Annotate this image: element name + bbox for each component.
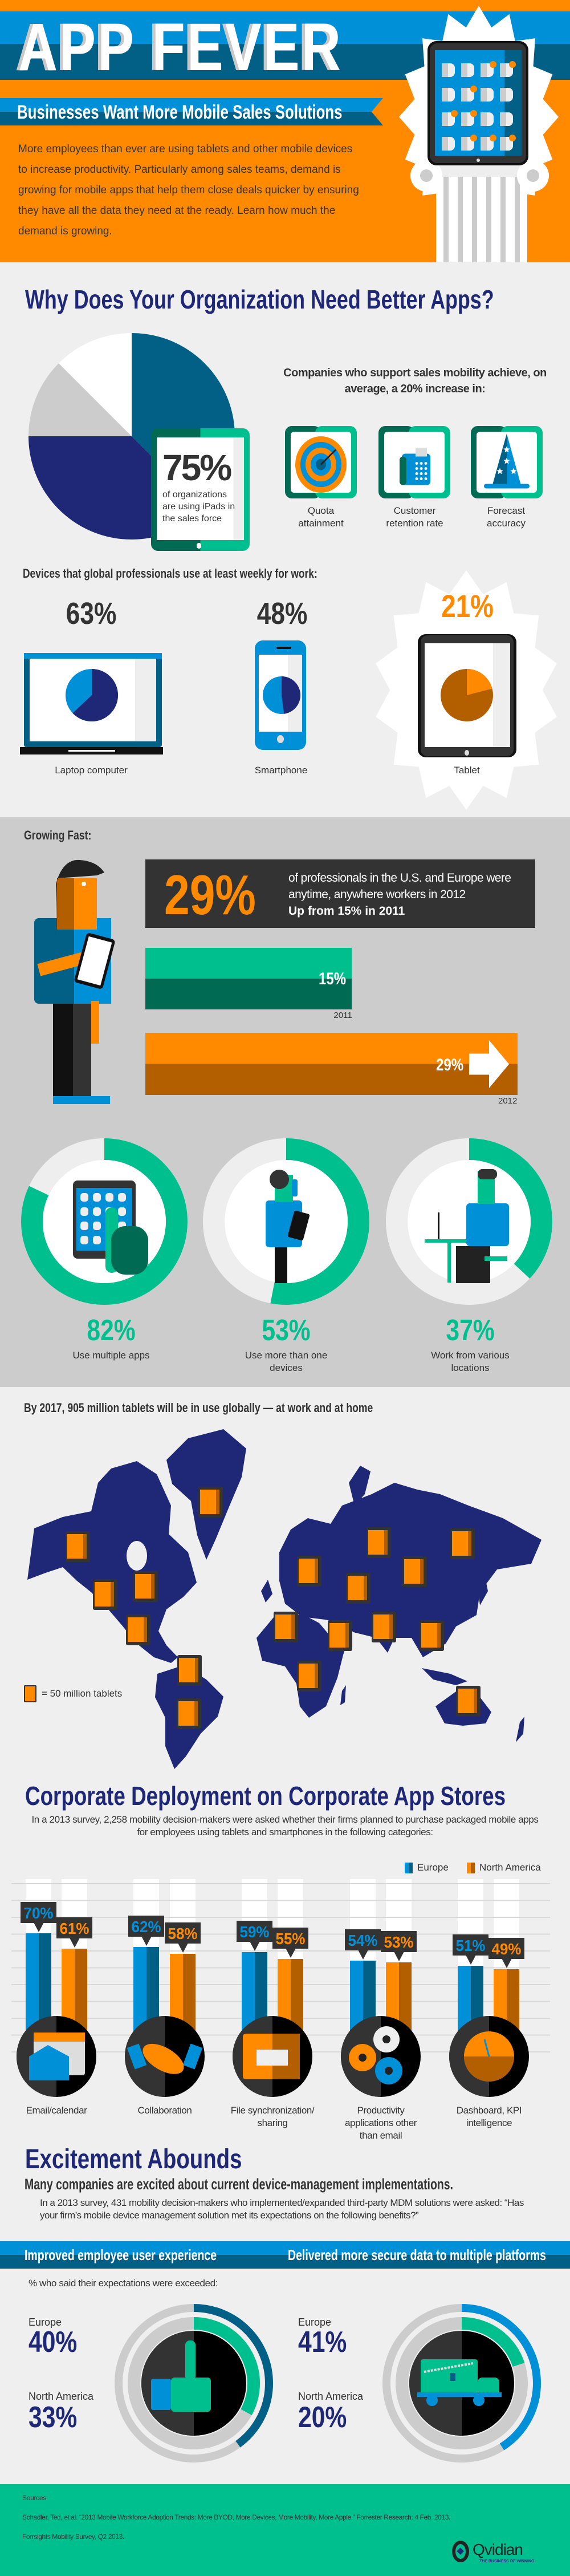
qvidian-wordmark: Qvidian — [473, 2541, 523, 2558]
infographic: APP FEVER Businesses Want More Mobile Sa… — [0, 0, 570, 2576]
mdm-ring-charts — [115, 2304, 541, 2463]
thumb — [185, 2340, 196, 2380]
sec-europe-value: 41% — [298, 2326, 347, 2359]
thumbs-up-icon — [171, 2378, 211, 2412]
truck-wheel — [473, 2395, 484, 2406]
exp-na-value: 33% — [28, 2401, 78, 2434]
qvidian-tagline: THE BUSINESS OF WINNING — [479, 2559, 535, 2563]
qvidian-logo[interactable]: Qvidian THE BUSINESS OF WINNING — [452, 2541, 538, 2566]
sec-na-value: 20% — [298, 2401, 347, 2434]
thumbs-up-cuff — [151, 2379, 171, 2410]
footer: Sources: Schadler, Ted, et al. “2013 Mob… — [0, 2484, 570, 2576]
padlock-icon — [450, 2373, 455, 2381]
source-item: Forrsights Mobility Survey, Q2 2013. — [22, 2533, 124, 2541]
exp-europe-value: 40% — [28, 2326, 78, 2359]
source-item: Schadler, Ted, et al. “2013 Mobile Workf… — [22, 2513, 450, 2521]
truck-cab — [478, 2378, 499, 2395]
truck-wheel — [426, 2395, 438, 2406]
sources-label: Sources: — [22, 2494, 48, 2502]
